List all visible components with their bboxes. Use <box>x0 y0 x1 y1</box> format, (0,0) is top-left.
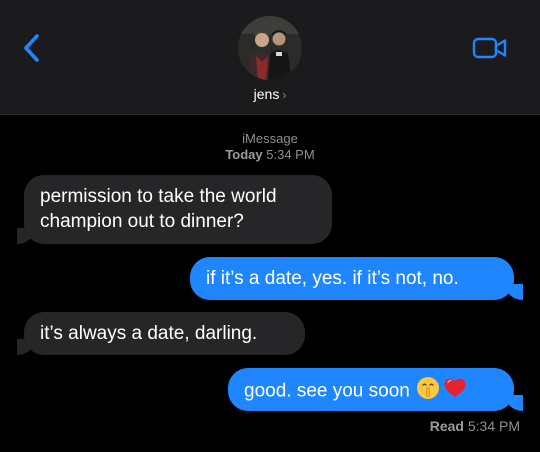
service-label: iMessage <box>242 131 298 146</box>
contact-name-button[interactable]: jens › <box>0 86 540 102</box>
message-text: it’s always a date, darling. <box>40 323 258 344</box>
message-text: champion out to dinner? <box>40 211 244 232</box>
avatar[interactable] <box>238 16 302 80</box>
timestamp-line: Today 5:34 PM <box>0 147 540 163</box>
message-text: good. see you soon <box>244 380 410 402</box>
shushing-face-icon <box>416 376 440 407</box>
read-label: Read <box>429 418 464 434</box>
red-heart-icon <box>443 376 467 407</box>
conversation-header: jens › <box>0 0 540 115</box>
message-text: if it’s a date, yes. if it’s not, no. <box>206 268 459 289</box>
timestamp-time: 5:34 PM <box>266 147 315 162</box>
read-time: 5:34 PM <box>467 418 520 434</box>
message-bubble-incoming[interactable]: it’s always a date, darling. <box>24 312 305 355</box>
video-camera-icon <box>472 37 507 59</box>
chevron-left-icon <box>24 34 39 62</box>
facetime-video-button[interactable] <box>470 34 510 62</box>
message-text: permission to take the world <box>40 186 277 207</box>
chevron-right-icon: › <box>282 88 287 102</box>
contact-name: jens <box>253 86 280 102</box>
read-receipt: Read 5:34 PM <box>430 418 520 434</box>
message-bubble-outgoing[interactable]: if it’s a date, yes. if it’s not, no. <box>190 257 514 300</box>
thread-timestamp: iMessage Today 5:34 PM <box>0 131 540 163</box>
message-bubble-outgoing[interactable]: good. see you soon <box>228 368 514 411</box>
back-button[interactable] <box>14 30 50 66</box>
timestamp-day: Today <box>225 147 263 162</box>
contact-photo <box>238 16 302 80</box>
message-bubble-incoming[interactable]: permission to take the world champion ou… <box>24 175 332 244</box>
